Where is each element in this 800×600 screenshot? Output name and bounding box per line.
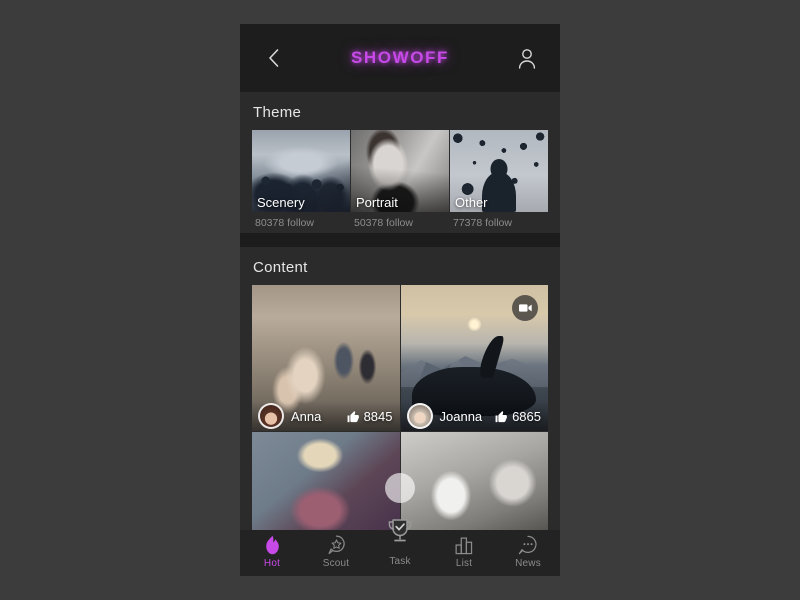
theme-thumbnail: Portrait: [351, 130, 449, 212]
content-section: Content Anna 8845 Joanna 6865: [240, 247, 560, 538]
nav-item-list[interactable]: List: [435, 534, 493, 569]
content-section-title: Content: [253, 259, 308, 276]
theme-card-scenery[interactable]: Scenery 80378 follow: [252, 130, 350, 229]
theme-thumbnail: Other: [450, 130, 548, 212]
app-header: SHOWOFF: [240, 24, 560, 92]
content-card-blond-man[interactable]: [252, 432, 400, 538]
back-button[interactable]: [260, 45, 286, 71]
chevron-left-icon: [268, 49, 278, 67]
theme-card-row: Scenery 80378 follow Portrait 50378 foll…: [252, 130, 548, 229]
theme-section: Theme Scenery 80378 follow Portrait 5037…: [240, 92, 560, 229]
avatar[interactable]: [406, 403, 433, 429]
section-divider: [240, 233, 560, 247]
theme-card-portrait[interactable]: Portrait 50378 follow: [351, 130, 449, 229]
nav-label: List: [455, 558, 473, 569]
blond-man-photo: [252, 432, 400, 538]
nav-item-news[interactable]: News: [499, 534, 557, 569]
nav-label: News: [515, 558, 541, 569]
phone-screen: SHOWOFF Theme Scenery 80378 follow Portr…: [240, 24, 560, 576]
theme-follow-count: 80378 follow: [255, 217, 314, 229]
theme-section-title: Theme: [253, 104, 302, 121]
person-icon: [518, 48, 536, 69]
profile-button[interactable]: [514, 45, 540, 71]
content-card-grid: Anna 8845 Joanna 6865: [252, 285, 548, 538]
content-card-joanna[interactable]: Joanna 6865: [400, 285, 548, 431]
content-card-author: Joanna: [439, 408, 483, 424]
theme-card-other[interactable]: Other 77378 follow: [450, 130, 548, 229]
theme-card-label: Scenery: [257, 195, 305, 210]
content-card-footer: Joanna 6865: [400, 401, 548, 431]
theme-thumbnail: Scenery: [252, 130, 350, 212]
bar-chart-icon: [455, 536, 472, 554]
thumbs-up-icon: [347, 410, 359, 422]
nav-icon-wrap: [264, 534, 281, 556]
nav-icon-wrap: [386, 519, 414, 542]
nav-label: Task: [389, 556, 411, 567]
like-counter[interactable]: 8845: [347, 409, 393, 424]
content-card-anna[interactable]: Anna 8845: [252, 285, 400, 431]
desktop-backdrop: SHOWOFF Theme Scenery 80378 follow Portr…: [0, 0, 800, 600]
dog-and-woman-photo: [400, 432, 548, 538]
nav-icon-wrap: [327, 534, 346, 556]
content-card-author: Anna: [291, 408, 322, 424]
nav-item-task[interactable]: Task: [371, 519, 429, 567]
like-counter[interactable]: 6865: [495, 409, 541, 424]
theme-card-label: Portrait: [356, 195, 398, 210]
theme-card-label: Other: [455, 195, 488, 210]
content-card-dog[interactable]: [400, 432, 548, 538]
page-title: SHOWOFF: [350, 48, 450, 67]
avatar[interactable]: [258, 403, 284, 429]
nav-item-hot[interactable]: Hot: [243, 534, 301, 569]
video-badge[interactable]: [512, 295, 538, 321]
theme-follow-count: 77378 follow: [453, 217, 512, 229]
nav-icon-wrap: [455, 534, 474, 556]
video-camera-icon: [518, 304, 532, 312]
nav-label: Scout: [322, 558, 350, 569]
star-bubble-icon: [327, 535, 345, 555]
nav-label: Hot: [263, 558, 281, 569]
nav-item-scout[interactable]: Scout: [307, 534, 365, 569]
nav-icon-wrap: [518, 534, 538, 556]
bottom-navigation: Hot Scout Task List News: [240, 519, 560, 576]
trophy-check-icon: [388, 519, 412, 542]
thumbs-up-icon: [495, 410, 507, 422]
theme-follow-count: 50378 follow: [354, 217, 413, 229]
like-count: 8845: [363, 408, 393, 424]
like-count: 6865: [512, 408, 541, 424]
content-card-footer: Anna 8845: [252, 401, 400, 431]
chat-dots-icon: [518, 535, 537, 555]
flame-icon: [265, 535, 279, 555]
